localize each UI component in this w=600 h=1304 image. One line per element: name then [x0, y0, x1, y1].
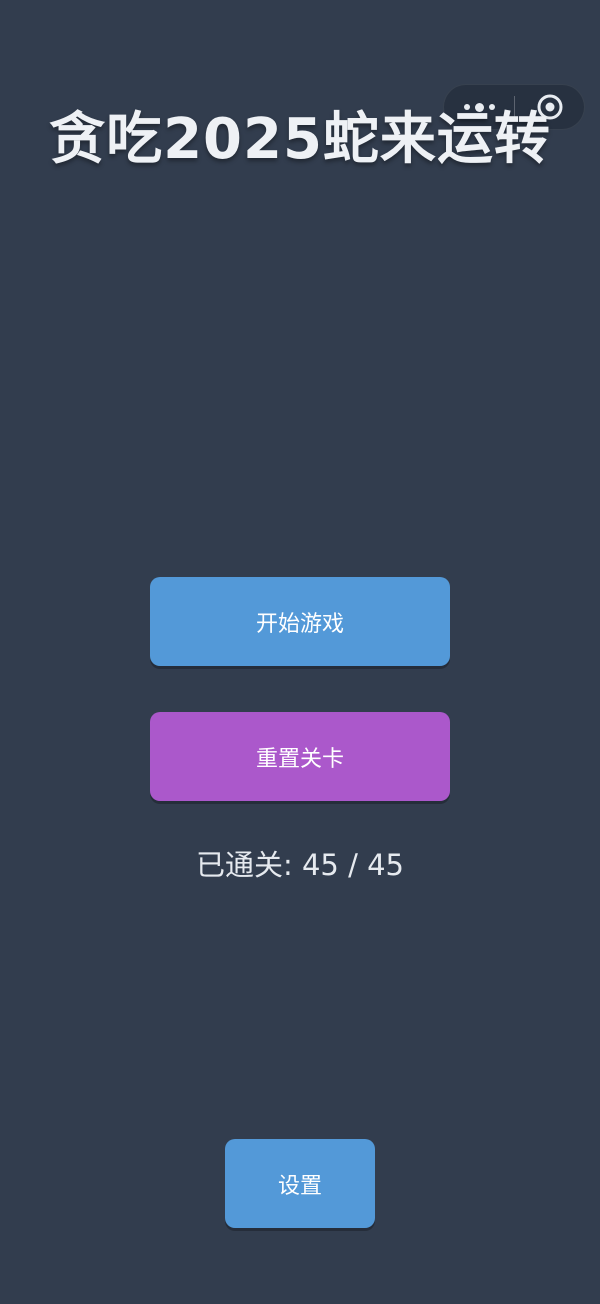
game-title: 贪吃2025蛇来运转	[49, 107, 551, 172]
levels-cleared-label: 已通关:	[195, 848, 293, 882]
levels-cleared-text: 已通关: 45 / 45	[0, 845, 600, 885]
reset-level-label: 重置关卡	[255, 746, 344, 772]
levels-total-count: 45	[367, 848, 405, 882]
settings-label: 设置	[277, 1173, 322, 1199]
levels-separator: /	[348, 848, 358, 882]
reset-level-button[interactable]: 重置关卡	[150, 712, 450, 801]
start-game-button[interactable]: 开始游戏	[150, 577, 450, 666]
start-game-label: 开始游戏	[255, 611, 344, 637]
levels-cleared-count: 45	[301, 848, 339, 882]
settings-button[interactable]: 设置	[225, 1139, 375, 1228]
